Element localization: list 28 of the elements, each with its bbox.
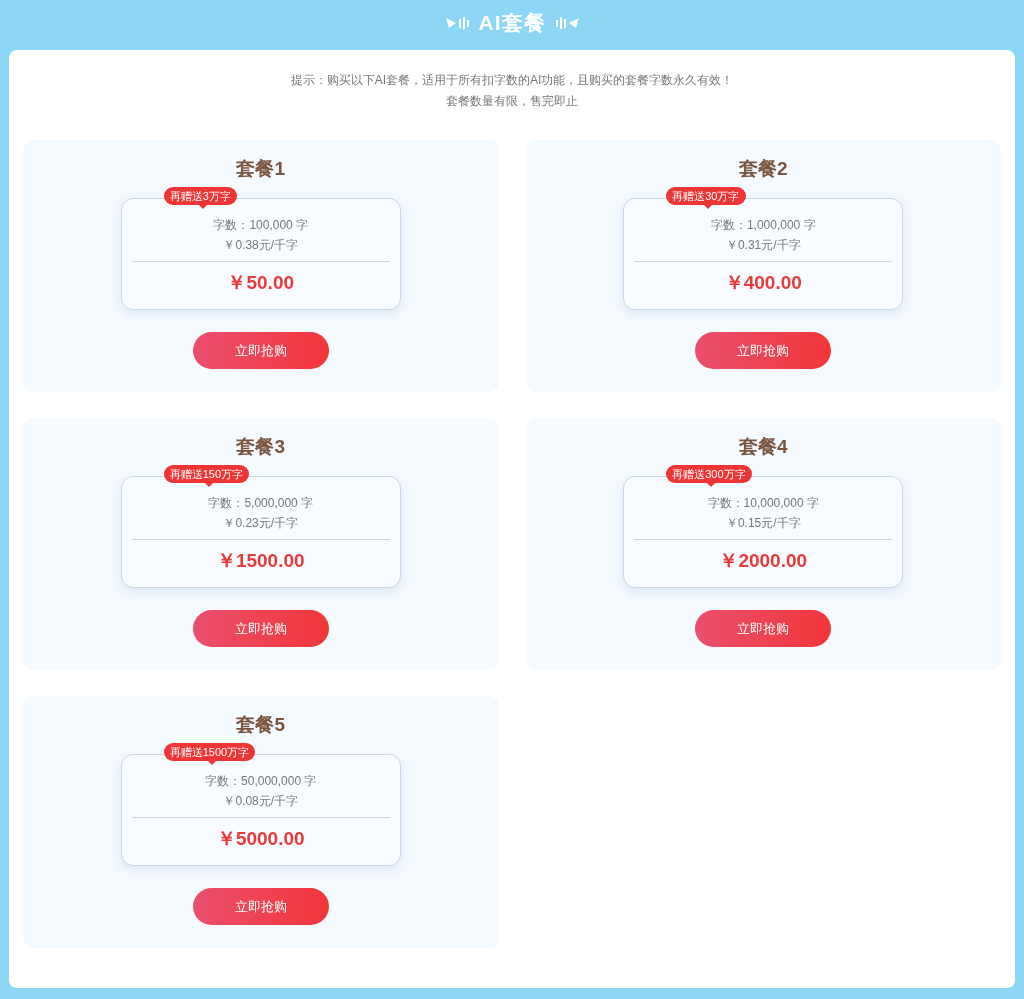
- buy-button[interactable]: 立即抢购: [192, 332, 329, 369]
- package-price: ￥5000.00: [216, 827, 305, 851]
- unit-price: ￥0.08元/千字: [223, 793, 299, 810]
- unit-price: ￥0.31元/千字: [725, 237, 801, 254]
- word-count: 字数：5,000,000 字: [208, 495, 314, 512]
- word-count: 字数：50,000,000 字: [205, 773, 317, 790]
- notice-text: 套餐数量有限，售完即止: [445, 93, 579, 110]
- package-price: ￥400.00: [724, 271, 802, 295]
- word-count: 字数：10,000,000 字: [707, 495, 819, 512]
- page-title: AI套餐: [478, 9, 546, 36]
- package-price: ￥1500.00: [216, 549, 305, 573]
- word-count: 字数：1,000,000 字: [710, 217, 816, 234]
- unit-price: ￥0.38元/千字: [223, 237, 299, 254]
- package-price: ￥2000.00: [719, 549, 808, 573]
- package-title: 套餐1: [236, 157, 286, 181]
- unit-price: ￥0.15元/千字: [725, 515, 801, 532]
- package-title: 套餐5: [236, 713, 286, 737]
- package-price: ￥50.00: [227, 271, 294, 295]
- package-title: 套餐2: [738, 157, 788, 181]
- package-title: 套餐3: [236, 435, 286, 459]
- package-title: 套餐4: [738, 435, 788, 459]
- buy-button[interactable]: 立即抢购: [192, 610, 329, 647]
- notice-text: 提示：购买以下AI套餐，适用于所有扣字数的AI功能，且购买的套餐字数永久有效！: [289, 72, 735, 89]
- buy-button[interactable]: 立即抢购: [192, 888, 329, 925]
- word-count: 字数：100,000 字: [213, 217, 309, 234]
- buy-button[interactable]: 立即抢购: [695, 610, 832, 647]
- buy-button[interactable]: 立即抢购: [695, 332, 832, 369]
- unit-price: ￥0.23元/千字: [223, 515, 299, 532]
